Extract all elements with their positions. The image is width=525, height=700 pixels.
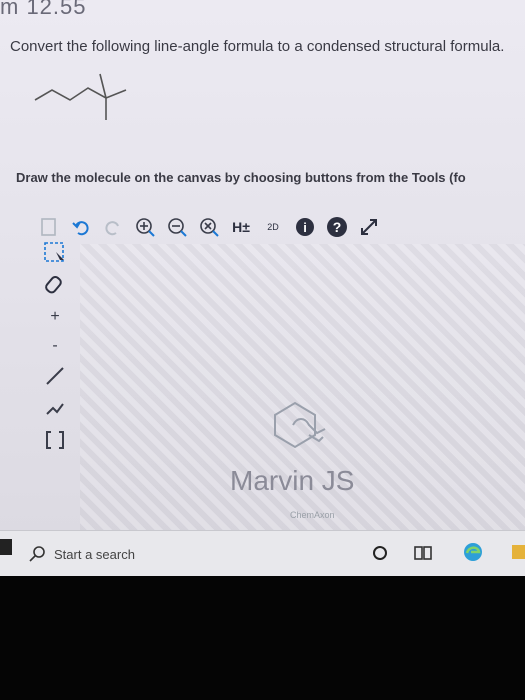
zoom-in-icon[interactable] bbox=[132, 214, 158, 240]
svg-text:?: ? bbox=[333, 219, 342, 235]
question-text: Convert the following line-angle formula… bbox=[10, 38, 505, 55]
2d-clean-icon[interactable]: 2D bbox=[260, 214, 286, 240]
taskbar: Start a search bbox=[0, 530, 525, 577]
hydrogen-icon[interactable]: H± bbox=[228, 214, 254, 240]
bracket-icon[interactable] bbox=[40, 428, 70, 452]
zoom-fit-icon[interactable] bbox=[196, 214, 222, 240]
line-angle-formula bbox=[34, 73, 127, 120]
hydrogen-label: H± bbox=[232, 219, 250, 235]
eraser-icon[interactable] bbox=[40, 274, 70, 298]
clean-label: 2D bbox=[267, 222, 279, 232]
svg-text:i: i bbox=[303, 220, 307, 235]
selection-icon[interactable] bbox=[40, 240, 70, 266]
redo-icon[interactable] bbox=[100, 214, 126, 240]
single-bond-icon[interactable] bbox=[40, 364, 70, 388]
help-icon[interactable]: ? bbox=[324, 214, 350, 240]
marvin-brand: Marvin JS bbox=[230, 465, 355, 496]
monitor-bezel bbox=[0, 576, 525, 700]
cortana-icon[interactable] bbox=[372, 545, 388, 566]
vendor-label: ChemAxon bbox=[290, 510, 335, 520]
file-explorer-icon[interactable] bbox=[512, 541, 525, 566]
fullscreen-icon[interactable] bbox=[356, 214, 382, 240]
editor-left-toolbar: + - bbox=[36, 240, 74, 460]
charge-plus-icon[interactable]: + bbox=[40, 306, 70, 327]
edge-browser-icon[interactable] bbox=[462, 541, 484, 568]
search-placeholder: Start a search bbox=[54, 546, 135, 562]
new-doc-icon[interactable] bbox=[36, 214, 62, 240]
info-icon[interactable]: i bbox=[292, 214, 318, 240]
search-icon bbox=[29, 546, 45, 562]
task-view-icon[interactable] bbox=[414, 545, 432, 566]
chain-icon[interactable] bbox=[40, 396, 70, 420]
windows-start-icon[interactable] bbox=[0, 539, 12, 555]
screen: m 12.55 Convert the following line-angle… bbox=[0, 0, 525, 540]
marvin-logo-icon bbox=[274, 401, 326, 449]
instruction-text: Draw the molecule on the canvas by choos… bbox=[16, 170, 466, 185]
editor-toolbar: H± 2D i ? bbox=[36, 210, 525, 244]
charge-minus-icon[interactable]: - bbox=[40, 335, 70, 356]
zoom-out-icon[interactable] bbox=[164, 214, 190, 240]
header-fragment: m 12.55 bbox=[0, 0, 87, 19]
taskbar-search[interactable]: Start a search bbox=[28, 537, 358, 571]
undo-icon[interactable] bbox=[68, 214, 94, 240]
